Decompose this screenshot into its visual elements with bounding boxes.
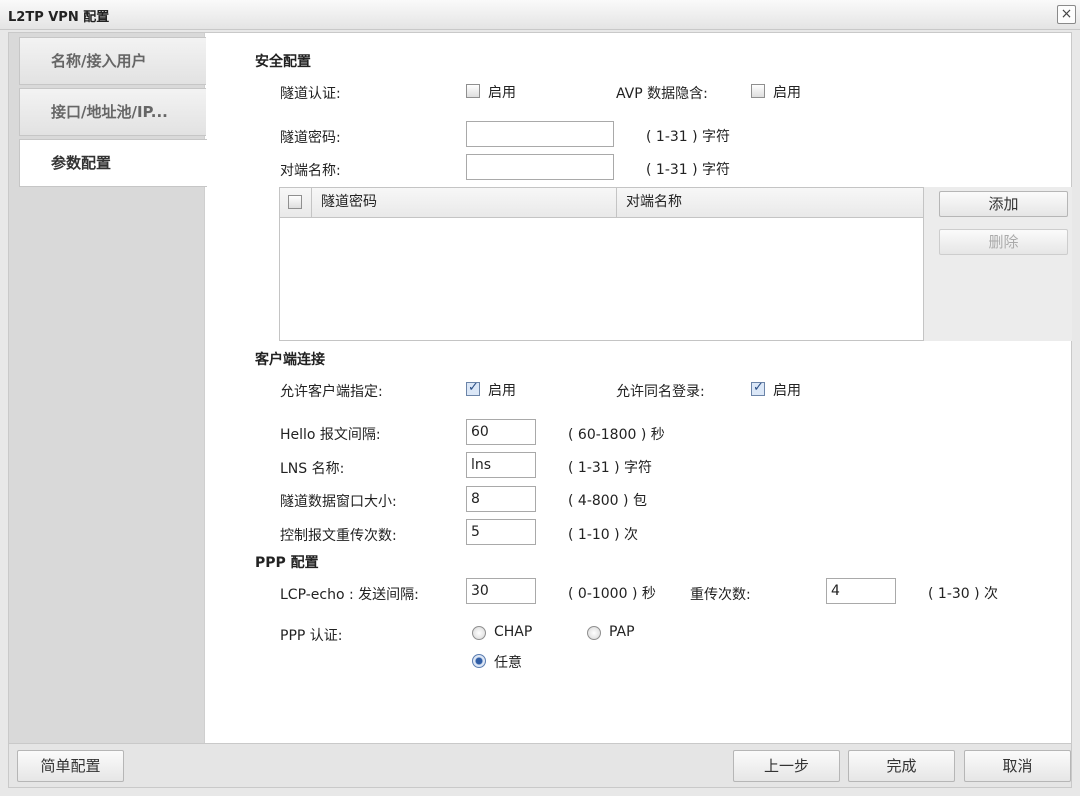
simple-config-button[interactable]: 简单配置 [17,750,124,782]
window-size-label: 隧道数据窗口大小: [280,494,397,510]
tunnel-password-input[interactable] [466,121,614,147]
ppp-auth-label: PPP 认证: [280,628,343,644]
allow-same-label: 允许同名登录: [616,384,705,400]
radio-any[interactable] [472,654,486,668]
peer-name-input[interactable] [466,154,614,180]
select-all-checkbox[interactable] [288,195,302,209]
lcp-input[interactable] [466,578,536,604]
tunnel-password-label: 隧道密码: [280,130,341,146]
sidebar-item-params[interactable]: 参数配置 [19,139,207,187]
cancel-button[interactable]: 取消 [964,750,1071,782]
delete-button[interactable]: 删除 [939,229,1068,255]
retry-hint: ( 1-30 ) 次 [928,586,999,602]
allow-client-enable-label: 启用 [488,383,516,399]
tunnel-auth-checkbox[interactable] [466,84,480,98]
retrans-input[interactable] [466,519,536,545]
hello-label: Hello 报文间隔: [280,427,381,443]
radio-pap-label: PAP [609,624,635,640]
lns-input[interactable] [466,452,536,478]
main-content: 安全配置 隧道认证: 启用 AVP 数据隐含: 启用 隧道密码: ( 1-31 … [206,33,1072,743]
finish-button[interactable]: 完成 [848,750,955,782]
lns-hint: ( 1-31 ) 字符 [568,460,653,476]
retrans-label: 控制报文重传次数: [280,528,397,544]
radio-pap[interactable] [587,626,601,640]
tunnel-password-hint: ( 1-31 ) 字符 [646,129,731,145]
sidebar-item-interface-pool[interactable]: 接口/地址池/IP... [19,88,206,136]
window-title: L2TP VPN 配置 [8,10,110,25]
radio-any-label: 任意 [494,655,522,671]
footer-bar: 简单配置 上一步 完成 取消 [8,744,1072,788]
lcp-hint: ( 0-1000 ) 秒 [568,586,656,602]
security-section-title: 安全配置 [255,54,311,70]
lcp-label: LCP-echo : 发送间隔: [280,587,419,603]
title-bar: L2TP VPN 配置 × [0,0,1080,30]
avp-label: AVP 数据隐含: [616,86,708,102]
avp-checkbox[interactable] [751,84,765,98]
window-size-hint: ( 4-800 ) 包 [568,493,647,509]
retrans-hint: ( 1-10 ) 次 [568,527,639,543]
close-icon[interactable]: × [1057,5,1076,24]
window-size-input[interactable] [466,486,536,512]
peer-name-label: 对端名称: [280,163,341,179]
client-section-title: 客户端连接 [255,352,325,368]
peer-name-hint: ( 1-31 ) 字符 [646,162,731,178]
dialog-body: 名称/接入用户 接口/地址池/IP... 参数配置 安全配置 隧道认证: 启用 … [8,32,1072,744]
allow-same-enable-label: 启用 [773,383,801,399]
add-button[interactable]: 添加 [939,191,1068,217]
ppp-section-title: PPP 配置 [255,555,319,571]
tunnel-auth-enable-label: 启用 [488,85,516,101]
radio-chap-label: CHAP [494,624,533,640]
lns-label: LNS 名称: [280,461,345,477]
hello-hint: ( 60-1800 ) 秒 [568,427,665,443]
allow-client-label: 允许客户端指定: [280,384,383,400]
previous-button[interactable]: 上一步 [733,750,840,782]
table-actions: 添加 删除 [924,187,1072,341]
allow-client-checkbox[interactable] [466,380,480,396]
sidebar: 名称/接入用户 接口/地址池/IP... 参数配置 [9,33,207,743]
retry-label: 重传次数: [690,587,751,603]
allow-same-checkbox[interactable] [751,380,765,396]
column-header-tunnel-password[interactable]: 隧道密码 [311,188,617,218]
hello-input[interactable] [466,419,536,445]
radio-chap[interactable] [472,626,486,640]
avp-enable-label: 启用 [773,85,801,101]
tunnel-auth-label: 隧道认证: [280,86,341,102]
column-header-peer-name[interactable]: 对端名称 [626,188,682,217]
sidebar-item-name-users[interactable]: 名称/接入用户 [19,37,206,85]
tunnel-table: 隧道密码 对端名称 [279,187,924,341]
retry-input[interactable] [826,578,896,604]
table-header: 隧道密码 对端名称 [280,188,923,218]
